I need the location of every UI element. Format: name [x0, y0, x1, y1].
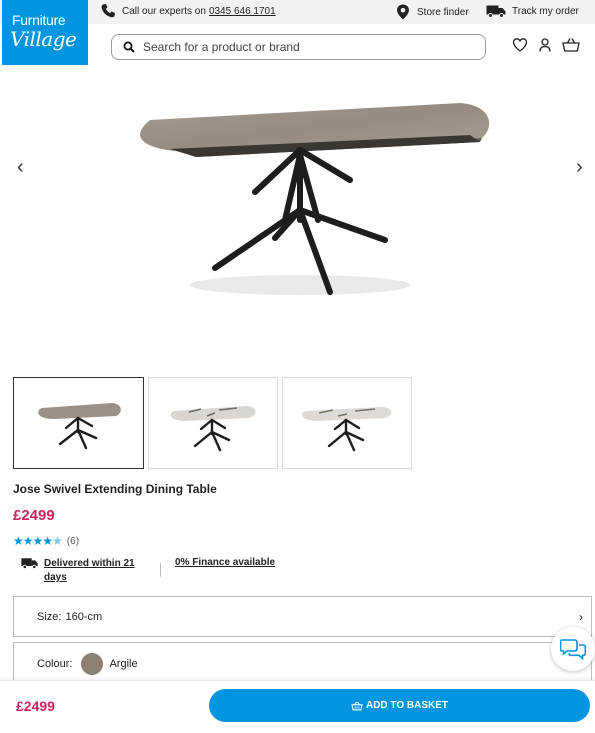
colour-selector[interactable]: Colour: Argile [13, 642, 592, 684]
review-count: (6) [66, 535, 80, 547]
divider [160, 563, 161, 577]
sticky-price: £2499 [16, 698, 55, 714]
phone-icon [101, 4, 115, 18]
call-experts: Call our experts on 0345 646 1701 [100, 3, 276, 19]
chat-icon [560, 639, 586, 660]
logo-line-2: Village [10, 27, 77, 51]
logo-line-1: Furniture [12, 12, 66, 28]
colour-value: Argile [109, 657, 138, 670]
rating-summary[interactable]: ★★★★ ★ (6) [13, 534, 79, 548]
colour-swatch [81, 652, 104, 675]
store-finder-link[interactable]: Store finder [396, 4, 469, 20]
finance-link[interactable]: 0% Finance available [175, 557, 275, 568]
track-order-label: Track my order [512, 5, 579, 17]
header-icons [512, 37, 580, 53]
chat-button[interactable] [551, 627, 595, 671]
add-to-basket-button[interactable]: ADD TO BASKET [209, 689, 590, 722]
basket-icon [351, 701, 363, 710]
delivery-info-link[interactable]: Delivered within 21 days [20, 557, 144, 585]
half-star-icon: ★ [52, 534, 63, 548]
sticky-add-to-basket-bar: £2499 ADD TO BASKET [0, 680, 595, 733]
thumbnail-2[interactable] [148, 377, 278, 469]
product-page: Call our experts on 0345 646 1701 Store … [0, 0, 595, 733]
chevron-right-icon: › [579, 609, 583, 624]
track-order-link[interactable]: Track my order [486, 4, 579, 18]
search-input[interactable] [143, 40, 463, 54]
colour-label: Colour: [37, 657, 73, 670]
delivery-text: Delivered within 21 days [44, 558, 135, 583]
heart-icon [512, 38, 528, 52]
search-icon [123, 41, 135, 53]
gallery-prev-button[interactable]: ‹ [17, 156, 24, 179]
product-title: Jose Swivel Extending Dining Table [13, 482, 217, 496]
gallery-next-button[interactable]: › [576, 156, 583, 179]
top-bar: Call our experts on 0345 646 1701 Store … [0, 0, 595, 24]
star-rating-icon: ★★★★ [13, 534, 53, 548]
account-icon [539, 38, 551, 52]
add-to-basket-label: ADD TO BASKET [365, 700, 449, 711]
account-button[interactable] [537, 37, 553, 53]
furniture-village-logo[interactable]: Furniture Village [2, 0, 88, 65]
basket-button[interactable] [562, 37, 580, 53]
location-pin-icon [397, 4, 409, 20]
thumbnail-image [301, 407, 392, 452]
call-label: Call our experts on [122, 5, 206, 17]
thumbnail-3[interactable] [282, 377, 412, 469]
size-label: Size: [37, 610, 62, 623]
thumbnail-image [170, 406, 256, 452]
phone-number-link[interactable]: 0345 646 1701 [209, 6, 276, 17]
thumbnail-1[interactable] [13, 377, 144, 469]
size-selector[interactable]: Size: 160-cm › [13, 596, 592, 637]
search-bar[interactable] [111, 34, 486, 60]
basket-icon [562, 38, 580, 52]
delivery-truck-icon [486, 5, 506, 18]
size-value: 160-cm [65, 610, 103, 623]
product-main-image: ‹ › [0, 70, 595, 360]
dining-table-image [140, 103, 490, 295]
store-finder-label: Store finder [417, 6, 469, 18]
wishlist-button[interactable] [512, 37, 528, 53]
thumbnail-image [38, 403, 121, 450]
delivery-truck-icon [21, 558, 38, 569]
product-price: £2499 [13, 507, 55, 524]
